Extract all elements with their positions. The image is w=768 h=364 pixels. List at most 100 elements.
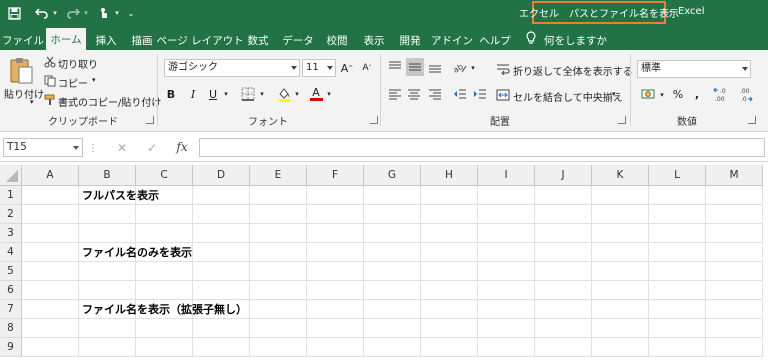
cell-k1[interactable] (592, 186, 649, 205)
row-header-2[interactable]: 2 (0, 205, 22, 224)
accounting-format-icon[interactable] (640, 86, 656, 102)
paste-button[interactable]: 貼り付け (4, 86, 44, 101)
cell-g6[interactable] (364, 281, 421, 300)
cell-k9[interactable] (592, 338, 649, 357)
column-header-j[interactable]: J (535, 165, 592, 186)
cell-l3[interactable] (649, 224, 706, 243)
column-header-f[interactable]: F (307, 165, 364, 186)
fill-color-icon[interactable] (276, 85, 292, 103)
cell-a2[interactable] (22, 205, 79, 224)
customize-qat-icon[interactable]: ⌄ (126, 4, 136, 22)
cell-j2[interactable] (535, 205, 592, 224)
cell-b6[interactable] (79, 281, 136, 300)
cell-d6[interactable] (193, 281, 250, 300)
cell-a3[interactable] (22, 224, 79, 243)
cell-g8[interactable] (364, 319, 421, 338)
top-align-icon[interactable] (387, 59, 403, 75)
cell-l6[interactable] (649, 281, 706, 300)
cell-d8[interactable] (193, 319, 250, 338)
wrap-text-button[interactable]: 折り返して全体を表示する (513, 63, 633, 78)
font-launcher-icon[interactable] (370, 116, 378, 124)
row-header-3[interactable]: 3 (0, 224, 22, 243)
cell-m7[interactable] (706, 300, 763, 319)
cell-l8[interactable] (649, 319, 706, 338)
middle-align-icon[interactable] (406, 58, 424, 76)
cell-m8[interactable] (706, 319, 763, 338)
row-header-1[interactable]: 1 (0, 186, 22, 205)
shrink-font-button[interactable]: Aˇ (360, 59, 374, 77)
number-launcher-icon[interactable] (748, 116, 756, 124)
cell-a6[interactable] (22, 281, 79, 300)
cell-h6[interactable] (421, 281, 478, 300)
cell-g1[interactable] (364, 186, 421, 205)
tell-me-search[interactable]: 何をしますか (544, 30, 614, 50)
tab-formulas[interactable]: 数式 (242, 30, 274, 50)
cell-g4[interactable] (364, 243, 421, 262)
tab-developer[interactable]: 開発 (394, 30, 426, 50)
select-all-corner[interactable] (0, 165, 22, 186)
font-color-dropdown-icon[interactable]: ▾ (325, 88, 333, 100)
align-right-icon[interactable] (427, 86, 443, 102)
fill-color-dropdown-icon[interactable]: ▾ (293, 88, 301, 100)
formula-input[interactable] (199, 138, 765, 157)
column-header-b[interactable]: B (79, 165, 136, 186)
cell-h9[interactable] (421, 338, 478, 357)
cell-h7[interactable] (421, 300, 478, 319)
touch-mode-icon[interactable] (96, 4, 112, 22)
cell-i7[interactable] (478, 300, 535, 319)
cell-m3[interactable] (706, 224, 763, 243)
paste-icon[interactable] (6, 54, 36, 88)
percent-button[interactable]: % (671, 86, 685, 102)
column-header-l[interactable]: L (649, 165, 706, 186)
font-color-button[interactable]: A (308, 85, 324, 103)
cell-l1[interactable] (649, 186, 706, 205)
redo-icon[interactable] (65, 4, 81, 22)
tab-review[interactable]: 校閲 (321, 30, 353, 50)
grow-font-button[interactable]: A ^ (340, 59, 354, 77)
cell-d2[interactable] (193, 205, 250, 224)
cell-i5[interactable] (478, 262, 535, 281)
cell-j7[interactable] (535, 300, 592, 319)
cell-l4[interactable] (649, 243, 706, 262)
cell-f3[interactable] (307, 224, 364, 243)
cell-e9[interactable] (250, 338, 307, 357)
column-header-e[interactable]: E (250, 165, 307, 186)
cell-i4[interactable] (478, 243, 535, 262)
cell-a7[interactable] (22, 300, 79, 319)
cell-h2[interactable] (421, 205, 478, 224)
decrease-indent-icon[interactable] (452, 86, 468, 102)
cell-c3[interactable] (136, 224, 193, 243)
cell-k2[interactable] (592, 205, 649, 224)
row-header-6[interactable]: 6 (0, 281, 22, 300)
underline-button[interactable]: U (206, 85, 220, 103)
column-header-k[interactable]: K (592, 165, 649, 186)
insert-function-icon[interactable]: fx (172, 138, 192, 156)
cell-j9[interactable] (535, 338, 592, 357)
undo-dropdown-icon[interactable]: ▾ (51, 4, 59, 22)
tab-view[interactable]: 表示 (358, 30, 390, 50)
cell-i6[interactable] (478, 281, 535, 300)
cell-e4[interactable] (250, 243, 307, 262)
cell-b1[interactable]: フルパスを表示 (82, 186, 159, 205)
cell-a8[interactable] (22, 319, 79, 338)
cancel-icon[interactable]: ✕ (114, 140, 130, 156)
cell-k7[interactable] (592, 300, 649, 319)
cell-m6[interactable] (706, 281, 763, 300)
format-painter-button[interactable]: 書式のコピー/貼り付け (58, 94, 161, 109)
cell-h3[interactable] (421, 224, 478, 243)
cell-d4[interactable] (193, 243, 250, 262)
column-header-g[interactable]: G (364, 165, 421, 186)
cell-g7[interactable] (364, 300, 421, 319)
cell-a5[interactable] (22, 262, 79, 281)
increase-decimal-icon[interactable]: .0.00 (712, 84, 734, 104)
cell-k4[interactable] (592, 243, 649, 262)
align-left-icon[interactable] (387, 86, 403, 102)
cell-d1[interactable] (193, 186, 250, 205)
bold-button[interactable]: B (164, 85, 178, 103)
cell-j8[interactable] (535, 319, 592, 338)
cell-a1[interactable] (22, 186, 79, 205)
cell-j3[interactable] (535, 224, 592, 243)
cell-g3[interactable] (364, 224, 421, 243)
merge-dropdown-icon[interactable]: ▾ (612, 90, 616, 98)
cell-a9[interactable] (22, 338, 79, 357)
